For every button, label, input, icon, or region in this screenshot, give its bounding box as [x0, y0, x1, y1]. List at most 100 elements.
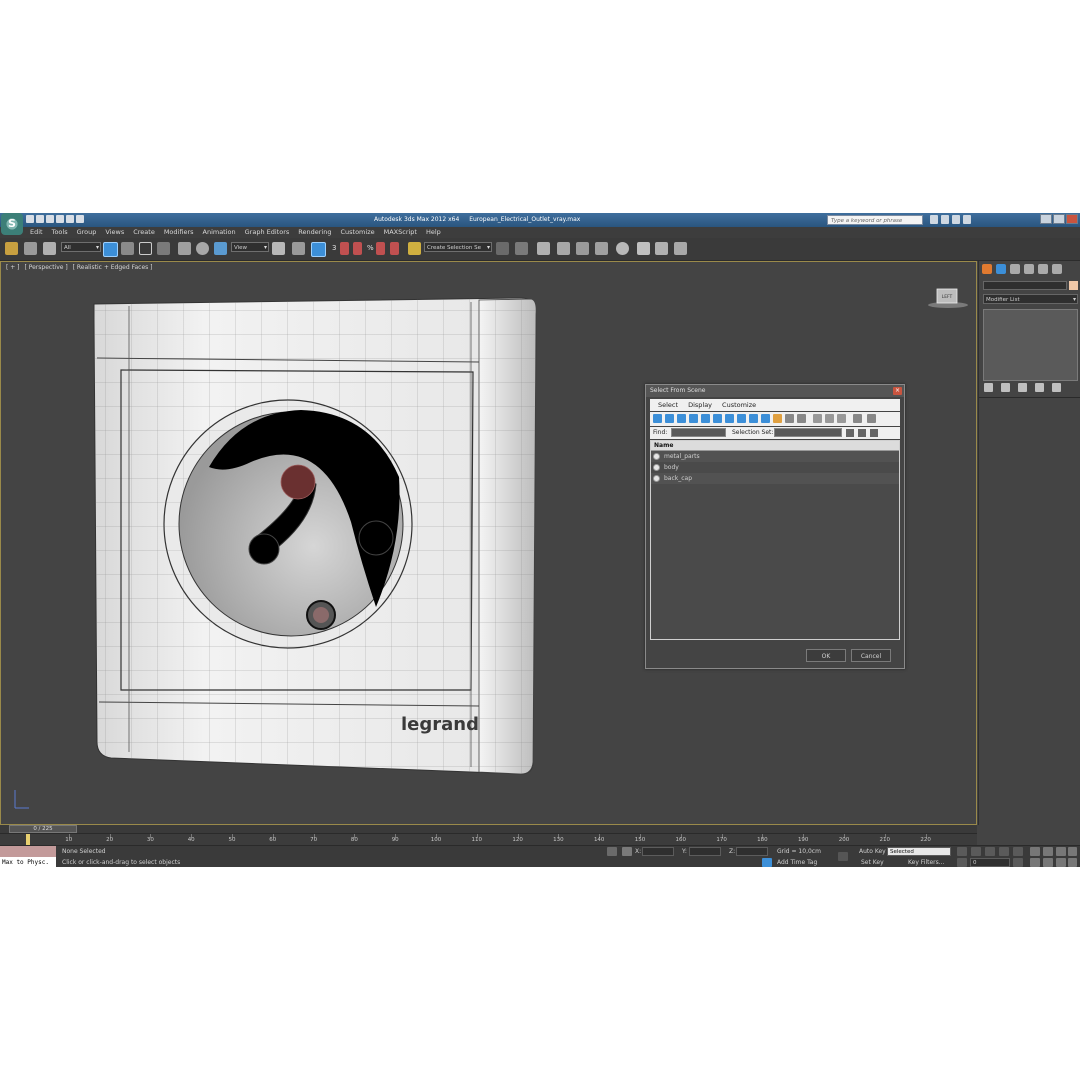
link-icon[interactable]: [5, 242, 18, 255]
time-slider-thumb[interactable]: 0 / 225: [9, 825, 77, 833]
schematic-view-icon[interactable]: [595, 242, 608, 255]
display-lights-icon[interactable]: [677, 414, 686, 423]
object-color-swatch[interactable]: [1069, 281, 1078, 290]
display-xrefs-icon[interactable]: [737, 414, 746, 423]
maxscript-mini-listener[interactable]: Max to Physc.: [0, 857, 56, 867]
time-slider[interactable]: 0 / 225: [0, 825, 977, 833]
menu-animation[interactable]: Animation: [203, 227, 236, 238]
time-tag-icon[interactable]: [762, 858, 772, 867]
viewcube[interactable]: LEFT: [925, 286, 971, 310]
angle-snap-icon[interactable]: [353, 242, 362, 255]
select-by-name-icon[interactable]: [121, 242, 134, 255]
minimize-icon[interactable]: [1040, 214, 1052, 224]
list-item-back-cap[interactable]: back_cap: [651, 473, 899, 484]
pivot-center-icon[interactable]: [272, 242, 285, 255]
pan-view-icon[interactable]: [1043, 858, 1053, 867]
tools-icon[interactable]: [941, 215, 949, 224]
add-time-tag[interactable]: Add Time Tag: [777, 859, 817, 866]
name-column-header[interactable]: Name: [651, 441, 899, 451]
lock-selection-icon[interactable]: [607, 847, 617, 856]
layer-manager-icon[interactable]: [537, 242, 550, 255]
graphite-tools-icon[interactable]: [557, 242, 570, 255]
named-sel-icon[interactable]: [408, 242, 421, 255]
options-icon[interactable]: [867, 414, 876, 423]
display-containers-icon[interactable]: [761, 414, 770, 423]
selection-filter-dropdown[interactable]: All: [61, 242, 101, 253]
pin-stack-icon[interactable]: [984, 383, 993, 392]
display-geometry-icon[interactable]: [653, 414, 662, 423]
maximize-viewport-icon[interactable]: [1068, 858, 1077, 867]
redo-icon[interactable]: [66, 215, 74, 223]
configure-sets-icon[interactable]: [1052, 383, 1061, 392]
display-all-icon[interactable]: [797, 414, 806, 423]
display-frozen-icon[interactable]: [773, 414, 782, 423]
list-item-body[interactable]: body: [651, 462, 899, 473]
menu-customize[interactable]: Customize: [340, 227, 374, 238]
app-logo[interactable]: S: [1, 213, 23, 235]
curve-editor-icon[interactable]: [576, 242, 589, 255]
display-bones-icon[interactable]: [749, 414, 758, 423]
dialog-menu-customize[interactable]: Customize: [722, 399, 756, 411]
hierarchy-tab-icon[interactable]: [1010, 264, 1020, 274]
key-mode-dropdown[interactable]: Selected: [887, 847, 951, 856]
bind-spacewarp-icon[interactable]: [43, 242, 56, 255]
dialog-menu-select[interactable]: Select: [658, 399, 678, 411]
select-all-icon[interactable]: [813, 414, 822, 423]
find-input[interactable]: [671, 428, 726, 437]
display-tab-icon[interactable]: [1038, 264, 1048, 274]
maxscript-listener-pink[interactable]: [0, 846, 56, 857]
zoom-icon[interactable]: [1030, 847, 1040, 856]
key-icon[interactable]: [838, 852, 848, 861]
render-production-icon[interactable]: [674, 242, 687, 255]
rect-selection-icon[interactable]: [139, 242, 152, 255]
material-editor-icon[interactable]: [616, 242, 629, 255]
time-config-icon[interactable]: [1013, 858, 1023, 867]
make-unique-icon[interactable]: [1018, 383, 1027, 392]
z-coordinate-field[interactable]: [736, 847, 768, 856]
utilities-tab-icon[interactable]: [1052, 264, 1062, 274]
menu-modifiers[interactable]: Modifiers: [164, 227, 194, 238]
display-shapes-icon[interactable]: [665, 414, 674, 423]
menu-help[interactable]: Help: [426, 227, 441, 238]
show-end-result-icon[interactable]: [1001, 383, 1010, 392]
menu-rendering[interactable]: Rendering: [298, 227, 331, 238]
select-manipulate-icon[interactable]: [292, 242, 305, 255]
modifier-list-dropdown[interactable]: Modifier List: [983, 294, 1078, 305]
field-of-view-icon[interactable]: [1030, 858, 1040, 867]
unlink-icon[interactable]: [24, 242, 37, 255]
select-invert-icon[interactable]: [837, 414, 846, 423]
cancel-button[interactable]: Cancel: [851, 649, 891, 662]
go-to-end-icon[interactable]: [1013, 847, 1023, 856]
display-helpers-icon[interactable]: [701, 414, 710, 423]
object-name-input[interactable]: [983, 281, 1067, 290]
dialog-close-icon[interactable]: ×: [893, 387, 902, 395]
align-icon[interactable]: [515, 242, 528, 255]
key-filters-button[interactable]: Key Filters...: [908, 859, 945, 866]
filter-icon[interactable]: [853, 414, 862, 423]
menu-graph-editors[interactable]: Graph Editors: [245, 227, 290, 238]
snap-3d-label[interactable]: 3: [332, 244, 336, 252]
menu-group[interactable]: Group: [77, 227, 97, 238]
rendered-frame-icon[interactable]: [655, 242, 668, 255]
key-mode-toggle-icon[interactable]: [957, 858, 967, 867]
set-key-button[interactable]: Set Key: [861, 859, 884, 866]
zoom-extents-icon[interactable]: [1056, 847, 1066, 856]
menu-edit[interactable]: Edit: [30, 227, 43, 238]
zoom-all-icon[interactable]: [1043, 847, 1053, 856]
menu-create[interactable]: Create: [133, 227, 155, 238]
binoculars-icon[interactable]: [930, 215, 938, 224]
display-cameras-icon[interactable]: [689, 414, 698, 423]
auto-key-button[interactable]: Auto Key: [859, 848, 886, 855]
scale-icon[interactable]: [214, 242, 227, 255]
named-selection-dropdown[interactable]: Create Selection Se: [424, 242, 492, 253]
current-frame-field[interactable]: 0: [970, 858, 1010, 867]
keyboard-shortcut-icon[interactable]: [311, 242, 326, 257]
undo-icon[interactable]: [56, 215, 64, 223]
menu-tools[interactable]: Tools: [52, 227, 68, 238]
orbit-icon[interactable]: [1056, 858, 1066, 867]
go-to-start-icon[interactable]: [957, 847, 967, 856]
create-tab-icon[interactable]: [982, 264, 992, 274]
list-item-metal-parts[interactable]: metal_parts: [651, 451, 899, 462]
absolute-mode-icon[interactable]: [622, 847, 632, 856]
rotate-icon[interactable]: [196, 242, 209, 255]
